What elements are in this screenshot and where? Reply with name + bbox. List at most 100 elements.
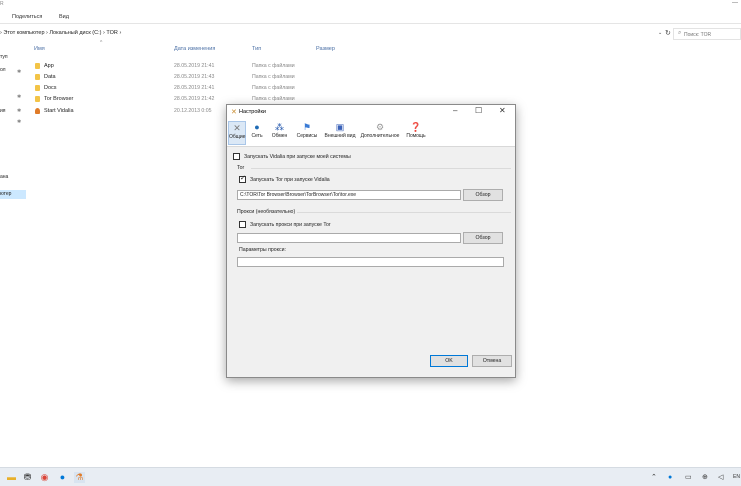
tab-network[interactable]: ● Сеть [247, 121, 267, 145]
relay-icon: ⁂ [275, 122, 284, 132]
skype-tray-icon[interactable]: ● [668, 472, 672, 483]
explorer-ribbon: R Поделиться Вид — [0, 0, 741, 24]
appearance-icon: ▣ [335, 122, 345, 132]
file-name: App [44, 63, 54, 69]
dialog-close-button[interactable]: ✕ [499, 106, 506, 115]
proxy-params-input[interactable] [237, 257, 504, 267]
refresh-icon[interactable]: ↻ [665, 29, 671, 37]
battery-icon[interactable]: ▭ [685, 472, 692, 483]
nav-item-quick-access[interactable]: туп [0, 54, 8, 60]
store-icon[interactable]: ⛃ [22, 472, 33, 483]
tab-services[interactable]: ⚑ Сервисы [293, 121, 321, 145]
network-icon[interactable]: ⊕ [702, 472, 708, 483]
settings-app-icon: ✕ [231, 109, 237, 116]
file-date: 28.05.2019 21:42 [174, 96, 215, 102]
ribbon-tab-share[interactable]: Поделиться [12, 14, 42, 20]
vidalia-icon[interactable]: ⚗ [74, 472, 85, 483]
globe-icon: ● [254, 122, 260, 132]
breadcrumb[interactable]: › Этот компьютер › Локальный диск (C:) ›… [0, 30, 121, 36]
pin-icon: ✱ [17, 119, 22, 125]
file-row[interactable]: App 28.05.2019 21:41 Папка с файлами [30, 62, 330, 71]
tab-label: Внешний вид [324, 133, 356, 139]
breadcrumb-tor[interactable]: TOR [106, 30, 118, 36]
file-name: Docs [44, 85, 57, 91]
file-row[interactable]: Data 28.05.2019 21:43 Папка с файлами [30, 73, 330, 82]
proxy-params-label: Параметры прокси: [239, 247, 286, 253]
settings-dialog: ✕ Настройки – ☐ ✕ ✕ Общие ● Сеть ⁂ Обмен… [226, 104, 516, 378]
start-with-system-label: Запускать Vidalia при запуске моей систе… [244, 154, 351, 160]
flag-icon: ⚑ [302, 122, 312, 132]
dialog-title: Настройки [239, 109, 266, 115]
chrome-icon[interactable]: ◉ [39, 472, 50, 483]
breadcrumb-local-disk[interactable]: Локальный диск (C:) [49, 30, 101, 36]
tab-appearance[interactable]: ▣ Внешний вид [322, 121, 358, 145]
tab-sharing[interactable]: ⁂ Обмен [268, 121, 291, 145]
tor-group-label: Tor [237, 165, 245, 171]
start-proxy-label: Запускать прокси при запуске Tor [250, 222, 331, 228]
search-icon: ⌕ [678, 30, 682, 36]
tab-help[interactable]: ❓ Помощь [403, 121, 429, 145]
proxy-path-input[interactable] [237, 233, 461, 243]
window-title-fragment: R [0, 1, 4, 7]
folder-icon [35, 85, 40, 91]
folder-icon [35, 63, 40, 69]
proxy-browse-button[interactable]: Обзор [463, 232, 503, 244]
column-header-type[interactable]: Тип [252, 46, 261, 52]
nav-item-3[interactable]: ия [0, 108, 6, 114]
tor-path-input[interactable]: C:\TOR\Tor Browser\Browser\TorBrowser\To… [237, 190, 461, 200]
wrench-icon: ✕ [233, 123, 241, 133]
nav-item-2[interactable]: ол [0, 67, 6, 73]
navigation-pane: туп ол ✱ ✱ ия ✱ ✱ ана ютер [0, 42, 26, 467]
skype-icon[interactable]: ● [57, 472, 68, 483]
tab-label: Дополнительное [360, 133, 400, 139]
cancel-button[interactable]: Отмена [472, 355, 512, 367]
file-name: Start Vidalia [44, 108, 74, 114]
file-explorer-icon[interactable]: ▬ [6, 472, 17, 483]
file-row[interactable]: Docs 28.05.2019 21:41 Папка с файлами [30, 84, 330, 93]
tab-advanced[interactable]: ⚙ Дополнительное [359, 121, 401, 145]
breadcrumb-chevron-icon: › [119, 30, 122, 36]
tor-browse-button[interactable]: Обзор [463, 189, 503, 201]
dialog-maximize-button[interactable]: ☐ [475, 106, 482, 115]
search-input[interactable] [684, 30, 740, 39]
file-type: Папка с файлами [252, 85, 295, 91]
folder-icon [35, 74, 40, 80]
column-header-name[interactable]: Имя [34, 46, 45, 52]
tab-label: Сеть [251, 133, 263, 139]
sort-caret-icon: ^ [100, 40, 103, 46]
tab-label: Помощь [406, 133, 426, 139]
chevron-up-icon[interactable]: ⌃ [651, 472, 657, 483]
nav-item-4[interactable]: ана [0, 174, 8, 180]
settings-toolbar: ✕ Общие ● Сеть ⁂ Обмен ⚑ Сервисы ▣ Внешн… [227, 119, 515, 147]
file-type: Папка с файлами [252, 96, 295, 102]
nav-item-this-pc[interactable]: ютер [0, 191, 11, 197]
tab-label: Обмен [271, 133, 288, 139]
volume-icon[interactable]: ◁ [718, 472, 723, 483]
proxy-group-label: Прокси (необязательно) [237, 209, 296, 215]
dialog-minimize-button[interactable]: – [453, 106, 457, 115]
window-minimize-button[interactable]: — [732, 0, 738, 6]
language-indicator[interactable]: EN [733, 472, 740, 483]
tab-label: Сервисы [296, 133, 318, 139]
file-name: Data [44, 74, 56, 80]
ribbon-tab-view[interactable]: Вид [59, 14, 69, 20]
column-header-date[interactable]: Дата изменения [174, 46, 215, 52]
vidalia-app-icon [35, 108, 40, 114]
tab-general[interactable]: ✕ Общие [228, 121, 246, 145]
search-box[interactable]: ⌕ [673, 28, 741, 40]
address-dropdown-icon[interactable]: ⌄ [658, 30, 662, 36]
taskbar: ▬ ⛃ ◉ ● ⚗ ⌃ ● ▭ ⊕ ◁ EN [0, 467, 741, 486]
start-tor-checkbox[interactable]: ✓ [239, 175, 246, 183]
advanced-gear-icon: ⚙ [375, 122, 385, 132]
start-with-system-checkbox[interactable] [233, 153, 240, 160]
start-proxy-checkbox[interactable] [239, 221, 246, 228]
breadcrumb-this-pc[interactable]: Этот компьютер [3, 30, 44, 36]
file-name: Tor Browser [44, 96, 74, 102]
pin-icon: ✱ [17, 108, 22, 114]
dialog-titlebar[interactable]: ✕ Настройки – ☐ ✕ [227, 105, 515, 119]
ok-button[interactable]: OK [430, 355, 468, 367]
pin-icon: ✱ [17, 94, 22, 100]
file-row[interactable]: Tor Browser 28.05.2019 21:42 Папка с фай… [30, 95, 330, 104]
file-date: 20.12.2013 0:05 [174, 108, 212, 114]
column-header-size[interactable]: Размер [316, 46, 335, 52]
